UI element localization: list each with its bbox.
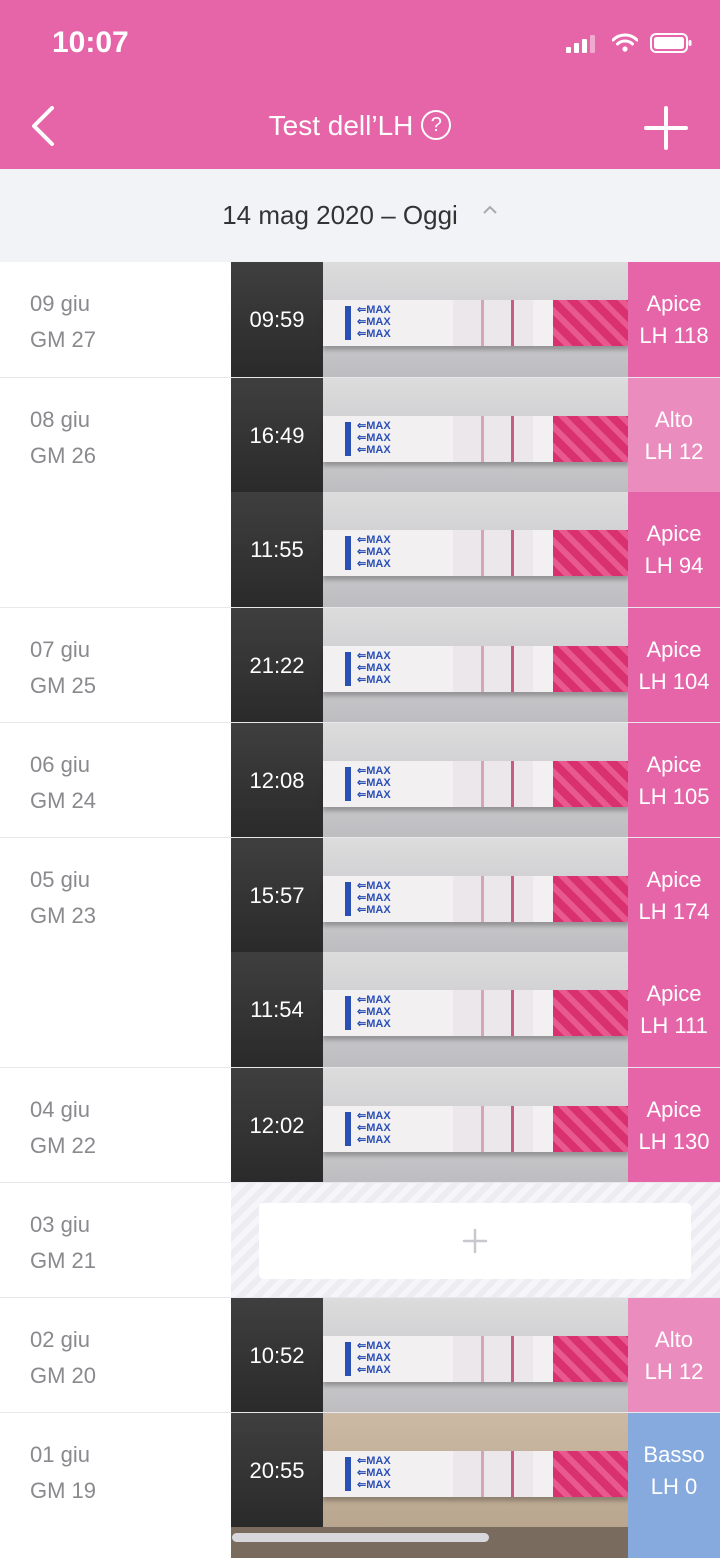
test-photo[interactable]: ⇐MAX ⇐MAX ⇐MAX 12:02 Apice LH 130 [231, 1068, 720, 1183]
list-item[interactable]: ⇐MAX ⇐MAX ⇐MAX 11:54 Apice LH 111 [0, 952, 720, 1067]
list-item[interactable]: 01 giu GM 19 ⇐MAX ⇐MAX ⇐MAX 20:55 Basso LH 0 [0, 1412, 720, 1528]
test-photo[interactable]: ⇐MAX ⇐MAX ⇐MAX 20:55 Basso LH 0 [231, 1413, 720, 1528]
test-time: 10:52 [249, 1342, 305, 1368]
date-label: 02 giu GM 20 [30, 1327, 97, 1388]
test-time: 09:59 [249, 306, 305, 332]
list-item[interactable]: 07 giu GM 25 ⇐MAX ⇐MAX ⇐MAX 21:22 Apice LH 1… [0, 607, 720, 723]
test-time: 21:22 [249, 652, 305, 678]
lh-result-badge: Apice LH 174 [628, 838, 720, 953]
lh-result-badge: Basso LH 0 [628, 1413, 720, 1528]
date-label: 09 giu GM 27 [30, 291, 97, 352]
lh-result-badge: Alto LH 12 [628, 378, 720, 493]
test-time: 15:57 [249, 882, 305, 908]
date-range-bar[interactable]: 14 mag 2020 – Oggi [0, 169, 720, 262]
lh-result-badge: Apice LH 118 [628, 262, 720, 377]
add-test-button[interactable] [644, 106, 688, 150]
lh-result-badge: Apice LH 111 [628, 952, 720, 1067]
test-photo[interactable]: ⇐MAX ⇐MAX ⇐MAX 16:49 Alto LH 12 [231, 378, 720, 493]
test-photo[interactable]: ⇐MAX ⇐MAX ⇐MAX 11:54 Apice LH 111 [231, 952, 720, 1067]
battery-icon [650, 33, 692, 53]
date-label: 04 giu GM 22 [30, 1097, 97, 1158]
chevron-up-icon [483, 205, 497, 214]
test-time: 11:54 [250, 996, 304, 1022]
page-title: Test dell’LH [268, 110, 414, 141]
date-label: 05 giu GM 23 [30, 867, 97, 928]
test-photo[interactable]: ⇐MAX ⇐MAX ⇐MAX 11:55 Apice LH 94 [231, 492, 720, 607]
date-range-label: 14 mag 2020 – Oggi [222, 200, 458, 230]
list-item[interactable]: 08 giu GM 26 ⇐MAX ⇐MAX ⇐MAX 16:49 Alto LH 12 [0, 377, 720, 493]
test-photo[interactable]: ⇐MAX ⇐MAX ⇐MAX 09:59 Apice LH 118 [231, 262, 720, 377]
test-photo[interactable]: ⇐MAX ⇐MAX ⇐MAX 10:52 Alto LH 12 [231, 1298, 720, 1413]
test-time: 20:55 [249, 1457, 305, 1483]
lh-result-badge: Apice LH 94 [628, 492, 720, 607]
empty-test-slot [231, 1183, 720, 1298]
list-item[interactable]: 02 giu GM 20 ⇐MAX ⇐MAX ⇐MAX 10:52 Alto LH 12 [0, 1297, 720, 1413]
cellular-signal-icon [566, 33, 598, 53]
test-time: 11:55 [250, 536, 304, 562]
test-photo[interactable]: ⇐MAX ⇐MAX ⇐MAX 15:57 Apice LH 174 [231, 838, 720, 953]
list-item[interactable]: 04 giu GM 22 ⇐MAX ⇐MAX ⇐MAX 12:02 Apice LH 1… [0, 1067, 720, 1183]
list-item[interactable]: ⇐MAX ⇐MAX ⇐MAX 11:55 Apice LH 94 [0, 492, 720, 607]
list-item[interactable]: 09 giu GM 27 ⇐MAX ⇐MAX ⇐MAX 09:59 Apice LH 1… [0, 262, 720, 377]
help-icon[interactable]: ? [421, 109, 452, 140]
date-label: 06 giu GM 24 [30, 752, 97, 813]
home-indicator[interactable] [232, 1533, 489, 1542]
list-item[interactable]: 05 giu GM 23 ⇐MAX ⇐MAX ⇐MAX 15:57 Apice LH 1… [0, 837, 720, 953]
date-label: 01 giu GM 19 [30, 1442, 97, 1503]
wifi-icon [612, 33, 638, 52]
status-icons [566, 33, 692, 53]
lh-result-badge: Apice LH 105 [628, 723, 720, 838]
page-title-wrap: Test dell’LH? [0, 109, 720, 143]
test-time: 12:02 [249, 1112, 305, 1138]
add-test-card[interactable] [259, 1203, 691, 1279]
list-item: 03 giu GM 21 [0, 1182, 720, 1298]
lh-result-badge: Apice LH 130 [628, 1068, 720, 1183]
lh-result-badge: Apice LH 104 [628, 608, 720, 723]
test-time: 16:49 [249, 422, 305, 448]
test-time: 12:08 [249, 767, 305, 793]
test-photo[interactable]: ⇐MAX ⇐MAX ⇐MAX 21:22 Apice LH 104 [231, 608, 720, 723]
list-item[interactable]: 06 giu GM 24 ⇐MAX ⇐MAX ⇐MAX 12:08 Apice LH 1… [0, 722, 720, 838]
date-label: 08 giu GM 26 [30, 407, 97, 468]
status-time: 10:07 [52, 26, 129, 59]
lh-result-badge: Alto LH 12 [628, 1298, 720, 1413]
test-photo[interactable]: ⇐MAX ⇐MAX ⇐MAX 12:08 Apice LH 105 [231, 723, 720, 838]
app-header: 10:07 Test dell’LH? [0, 0, 720, 169]
test-list: 09 giu GM 27 ⇐MAX ⇐MAX ⇐MAX 09:59 Apice LH 1… [0, 262, 720, 1528]
date-label: 07 giu GM 25 [30, 637, 97, 698]
plus-icon [462, 1228, 488, 1254]
date-label: 03 giu GM 21 [30, 1212, 97, 1273]
list-item-partial [0, 1527, 720, 1558]
